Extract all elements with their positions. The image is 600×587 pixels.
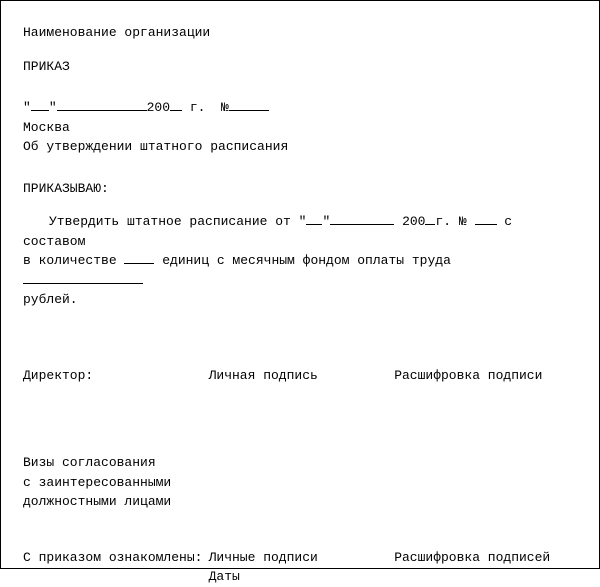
year-suffix: г. <box>182 100 205 115</box>
body-sum-blank[interactable] <box>23 283 143 284</box>
body-3: 200 <box>394 214 425 229</box>
personal-sign-label: Личная подпись <box>209 366 392 386</box>
body-1: Утвердить штатное расписание от " <box>49 214 306 229</box>
body-year-blank[interactable] <box>425 224 435 225</box>
day-blank[interactable] <box>31 110 49 111</box>
body-4: г. № <box>435 214 474 229</box>
approval-line1: Визы согласования <box>23 453 577 473</box>
body-7: единиц с месячным фондом оплаты труда <box>154 253 450 268</box>
director-label: Директор: <box>23 366 206 386</box>
subject: Об утверждении штатного расписания <box>23 137 577 157</box>
order-body: Утвердить штатное расписание от " " 200 г.… <box>23 212 577 310</box>
number-sign: № <box>221 100 229 115</box>
sign-decode-label: Расшифровка подписи <box>394 366 577 386</box>
year-digit-blank[interactable] <box>170 110 182 111</box>
ack-row: С приказом ознакомлены: Личные подписи Д… <box>23 548 577 587</box>
ack-dates: Даты <box>209 567 392 587</box>
body-8: рублей. <box>23 292 78 307</box>
approval-block: Визы согласования с заинтересованными до… <box>23 453 577 512</box>
ack-label: С приказом ознакомлены: <box>23 548 206 587</box>
body-month-blank[interactable] <box>330 224 394 225</box>
body-6: в количестве <box>23 253 124 268</box>
org-name: Наименование организации <box>23 23 577 43</box>
date-number-line: " " 200 г. № <box>23 98 577 118</box>
quote-open: " <box>23 100 31 115</box>
year-prefix: 200 <box>147 100 170 115</box>
number-blank[interactable] <box>229 110 269 111</box>
city: Москва <box>23 118 577 138</box>
month-blank[interactable] <box>57 110 147 111</box>
body-day-blank[interactable] <box>306 224 322 225</box>
ack-signs: Личные подписи <box>209 548 392 568</box>
declare: ПРИКАЗЫВАЮ: <box>23 179 577 199</box>
quote-close: " <box>49 100 57 115</box>
signature-row: Директор: Личная подпись Расшифровка под… <box>23 366 577 386</box>
body-2: " <box>322 214 330 229</box>
order-title: ПРИКАЗ <box>23 57 577 77</box>
approval-line3: должностными лицами <box>23 492 577 512</box>
approval-line2: с заинтересованными <box>23 473 577 493</box>
body-number-blank[interactable] <box>475 224 497 225</box>
ack-decode: Расшифровка подписей <box>394 548 577 587</box>
body-qty-blank[interactable] <box>124 263 154 264</box>
